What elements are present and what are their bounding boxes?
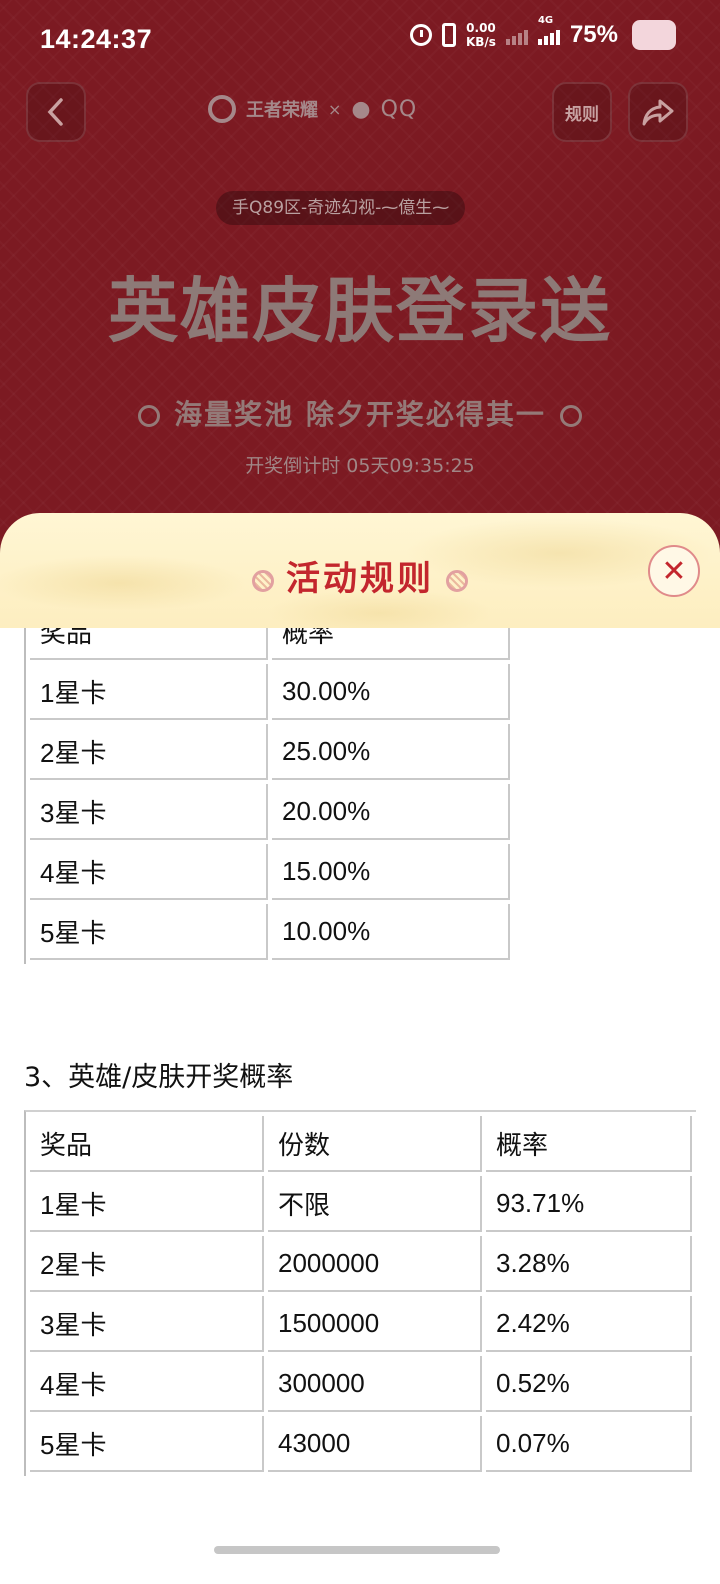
partner-name: QQ: [380, 96, 418, 122]
brand-logo-icon: [208, 95, 236, 123]
page-subline-text: 海量奖池 除夕开奖必得其一: [174, 398, 546, 431]
background-page: 14:24:37 0.00 KB/s 4G 75% 王者荣耀 × ● QQ 规则…: [0, 0, 720, 560]
status-icons: 0.00 KB/s 4G 75%: [409, 15, 676, 50]
user-server-pill: 手Q89区-奇迹幻视-⁓億生⁓: [216, 191, 466, 225]
status-time: 14:24:37: [40, 24, 153, 54]
table-cell: 20.00%: [272, 784, 510, 840]
countdown-timer: 开奖倒计时 05天09:35:25: [245, 455, 475, 477]
vibrate-icon: [441, 23, 456, 47]
chevron-left-icon: [47, 98, 63, 126]
qq-penguin-icon: ●: [351, 96, 371, 122]
close-icon: ✕: [661, 553, 687, 589]
signal-sim1-icon: [505, 25, 528, 45]
table-row: 1星卡 不限 93.71%: [30, 1176, 692, 1232]
table-header-cell: 奖品: [30, 1116, 264, 1172]
ornament-right-icon: [446, 570, 468, 592]
card-probability-table: 奖品 概率 1星卡 30.00% 2星卡 25.00% 3星卡 20.00% 4…: [24, 628, 514, 964]
table-cell: 4星卡: [30, 1356, 264, 1412]
table-row: 2星卡 25.00%: [30, 724, 510, 780]
table-cell: 1星卡: [30, 664, 268, 720]
table-cell: 4星卡: [30, 844, 268, 900]
hero-skin-probability-table: 奖品 份数 概率 1星卡 不限 93.71% 2星卡 2000000 3.28%…: [24, 1110, 696, 1476]
signal-sim2-icon: [537, 25, 560, 45]
table-cell: 0.52%: [486, 1356, 692, 1412]
table-header-cell: 概率: [486, 1116, 692, 1172]
ornament-left-icon: [138, 405, 161, 427]
table-row: 5星卡 43000 0.07%: [30, 1416, 692, 1472]
share-icon: [642, 99, 674, 126]
table-row: 3星卡 1500000 2.42%: [30, 1296, 692, 1352]
table-header-cell: 份数: [268, 1116, 482, 1172]
close-button[interactable]: ✕: [648, 545, 700, 597]
network-speed-value: 0.00: [466, 21, 496, 35]
alarm-icon: [409, 24, 432, 46]
rules-sheet-title: 活动规则: [0, 551, 720, 600]
table-row: 4星卡 15.00%: [30, 844, 510, 900]
table-cell: 不限: [268, 1176, 482, 1232]
table-cell: 5星卡: [30, 904, 268, 960]
brand-logos: 王者荣耀 × ● QQ: [208, 95, 417, 123]
back-button[interactable]: [26, 82, 86, 142]
signal-sim2: 4G: [537, 15, 560, 45]
table-cell: 1500000: [268, 1296, 482, 1352]
table-cell: 2000000: [268, 1236, 482, 1292]
ornament-right-icon: [559, 405, 582, 427]
table-header-cell: 奖品: [30, 628, 268, 660]
table-cell: 300000: [268, 1356, 482, 1412]
table-row: 1星卡 30.00%: [30, 664, 510, 720]
home-indicator[interactable]: [214, 1546, 500, 1554]
table-cell: 1星卡: [30, 1176, 264, 1232]
brand-name: 王者荣耀: [246, 100, 318, 121]
table-cell: 2.42%: [486, 1296, 692, 1352]
rules-sheet-title-text: 活动规则: [286, 559, 434, 599]
table-cell: 3星卡: [30, 1296, 264, 1352]
ornament-left-icon: [252, 570, 274, 592]
table-cell: 3.28%: [486, 1236, 692, 1292]
notification-avatar-icon: [632, 20, 676, 50]
table-row: 4星卡 300000 0.52%: [30, 1356, 692, 1412]
status-bar: 14:24:37 0.00 KB/s 4G 75%: [0, 0, 720, 80]
table-cell: 43000: [268, 1416, 482, 1472]
table-cell: 2星卡: [30, 724, 268, 780]
rules-button[interactable]: 规则: [552, 82, 612, 142]
page-subline: 海量奖池 除夕开奖必得其一: [0, 393, 720, 433]
table-cell: 2星卡: [30, 1236, 264, 1292]
section-title: 3、英雄/皮肤开奖概率: [24, 1062, 294, 1093]
table-cell: 15.00%: [272, 844, 510, 900]
table-header-cell: 概率: [272, 628, 510, 660]
table-row: 2星卡 2000000 3.28%: [30, 1236, 692, 1292]
table-cell: 30.00%: [272, 664, 510, 720]
network-speed: 0.00 KB/s: [466, 21, 496, 49]
table-cell: 0.07%: [486, 1416, 692, 1472]
table-row: 3星卡 20.00%: [30, 784, 510, 840]
battery-level: 75%: [569, 21, 618, 48]
table-cell: 25.00%: [272, 724, 510, 780]
rules-content[interactable]: 奖品 概率 1星卡 30.00% 2星卡 25.00% 3星卡 20.00% 4…: [0, 628, 720, 1548]
table-row: 5星卡 10.00%: [30, 904, 510, 960]
network-type: 4G: [537, 15, 554, 26]
table-cell: 93.71%: [486, 1176, 692, 1232]
share-button[interactable]: [628, 82, 688, 142]
table-cell: 3星卡: [30, 784, 268, 840]
network-speed-unit: KB/s: [465, 35, 496, 49]
rules-sheet-header: 活动规则: [0, 513, 720, 628]
table-header-row: 奖品 份数 概率: [30, 1116, 692, 1172]
table-cell: 5星卡: [30, 1416, 264, 1472]
table-cell: 10.00%: [272, 904, 510, 960]
table-header-row: 奖品 概率: [30, 628, 510, 660]
page-headline: 英雄皮肤登录送: [108, 269, 612, 352]
logo-separator: ×: [328, 99, 342, 119]
